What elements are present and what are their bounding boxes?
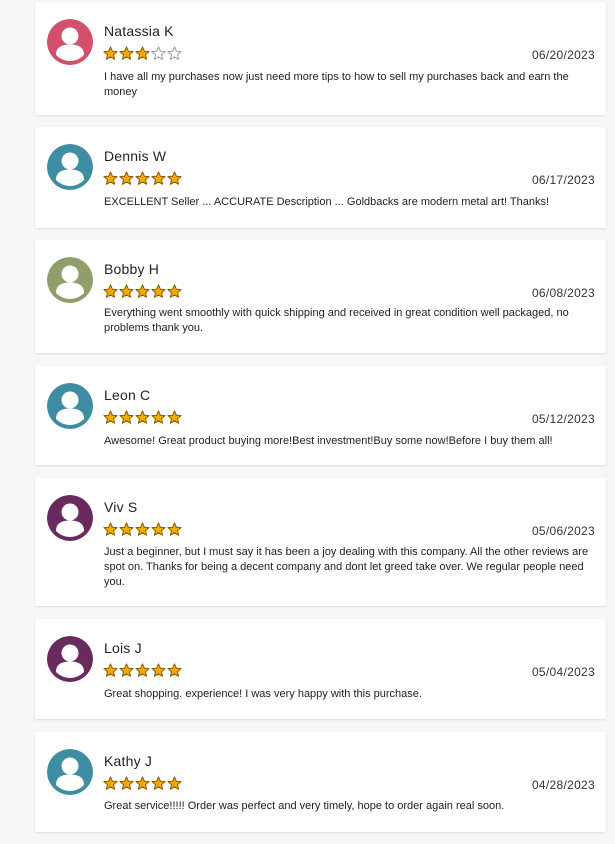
review-date: 06/17/2023 [531,173,595,187]
star-filled-icon [103,171,118,185]
user-avatar-icon [47,749,93,795]
star-filled-icon [103,410,118,424]
star-filled-icon [103,663,118,677]
star-filled-icon [119,776,134,790]
avatar [47,19,93,65]
star-filled-icon [119,284,134,298]
star-filled-icon [151,663,166,677]
star-filled-icon [167,776,182,790]
star-rating [103,410,182,425]
review-date: 06/08/2023 [531,286,595,300]
star-rating [103,46,182,61]
star-empty-icon [167,46,182,60]
avatar [47,383,93,429]
review-card: Leon C 05/12/2023 Awesome! Great product b… [35,366,606,465]
review-text: EXCELLENT Seller ... ACCURATE Descriptio… [104,196,550,208]
user-avatar-icon [47,383,93,429]
reviewer-name: Lois J [104,640,142,656]
review-text: Great service!!!!! Order was perfect and… [104,800,505,812]
star-filled-icon [135,46,150,60]
review-text: I have all my purchases now just need mo… [104,71,569,98]
avatar [47,144,93,190]
star-filled-icon [135,663,150,677]
review-text: Just a beginner, but I must say it has b… [104,546,589,588]
user-avatar-icon [47,257,93,303]
reviewer-name: Dennis W [104,148,167,164]
review-date: 04/28/2023 [531,778,595,792]
avatar [47,636,93,682]
star-rating [103,284,182,299]
star-filled-icon [135,284,150,298]
star-rating [103,522,182,537]
star-filled-icon [167,171,182,185]
star-filled-icon [103,522,118,536]
star-filled-icon [151,171,166,185]
star-filled-icon [167,410,182,424]
star-filled-icon [167,663,182,677]
star-filled-icon [119,171,134,185]
star-filled-icon [151,776,166,790]
review-date: 05/12/2023 [531,412,595,426]
review-text: Awesome! Great product buying more!Best … [104,435,553,447]
star-rating [103,171,182,186]
star-filled-icon [103,776,118,790]
reviewer-name: Bobby H [104,261,160,277]
review-text: Everything went smoothly with quick ship… [104,307,569,334]
review-card: Bobby H 06/08/2023 Everything went smoothl… [35,240,606,353]
review-card: Kathy J 04/28/2023 Great service!!!!! Orde… [35,732,606,832]
avatar [47,257,93,303]
review-card: Viv S 05/06/2023 Just a beginner, but I mu… [35,478,606,606]
reviewer-name: Natassia K [104,23,174,39]
avatar [47,749,93,795]
star-filled-icon [103,46,118,60]
avatar [47,495,93,541]
user-avatar-icon [47,636,93,682]
star-filled-icon [135,776,150,790]
star-filled-icon [103,284,118,298]
reviewer-name: Kathy J [104,753,153,769]
review-date: 05/06/2023 [531,524,595,538]
star-filled-icon [151,410,166,424]
user-avatar-icon [47,144,93,190]
star-filled-icon [167,284,182,298]
star-filled-icon [151,284,166,298]
review-card: Natassia K 06/20/2023 I have all my purcha… [35,2,606,115]
star-filled-icon [119,410,134,424]
reviews-list: Natassia K 06/20/2023 I have all my purcha… [0,0,615,844]
reviewer-name: Viv S [104,499,138,515]
star-filled-icon [119,522,134,536]
star-filled-icon [119,46,134,60]
review-card: Dennis W 06/17/2023 EXCELLENT Seller ... A… [35,127,606,228]
user-avatar-icon [47,19,93,65]
star-rating [103,663,182,678]
star-rating [103,776,182,791]
review-date: 06/20/2023 [531,48,595,62]
star-filled-icon [135,410,150,424]
star-filled-icon [135,171,150,185]
star-filled-icon [119,663,134,677]
star-filled-icon [135,522,150,536]
star-filled-icon [151,522,166,536]
review-date: 05/04/2023 [531,665,595,679]
review-text: Great shopping. experience! I was very h… [104,688,422,700]
user-avatar-icon [47,495,93,541]
reviewer-name: Leon C [104,387,151,403]
star-filled-icon [167,522,182,536]
star-empty-icon [151,46,166,60]
review-card: Lois J 05/04/2023 Great shopping. experien… [35,619,606,719]
